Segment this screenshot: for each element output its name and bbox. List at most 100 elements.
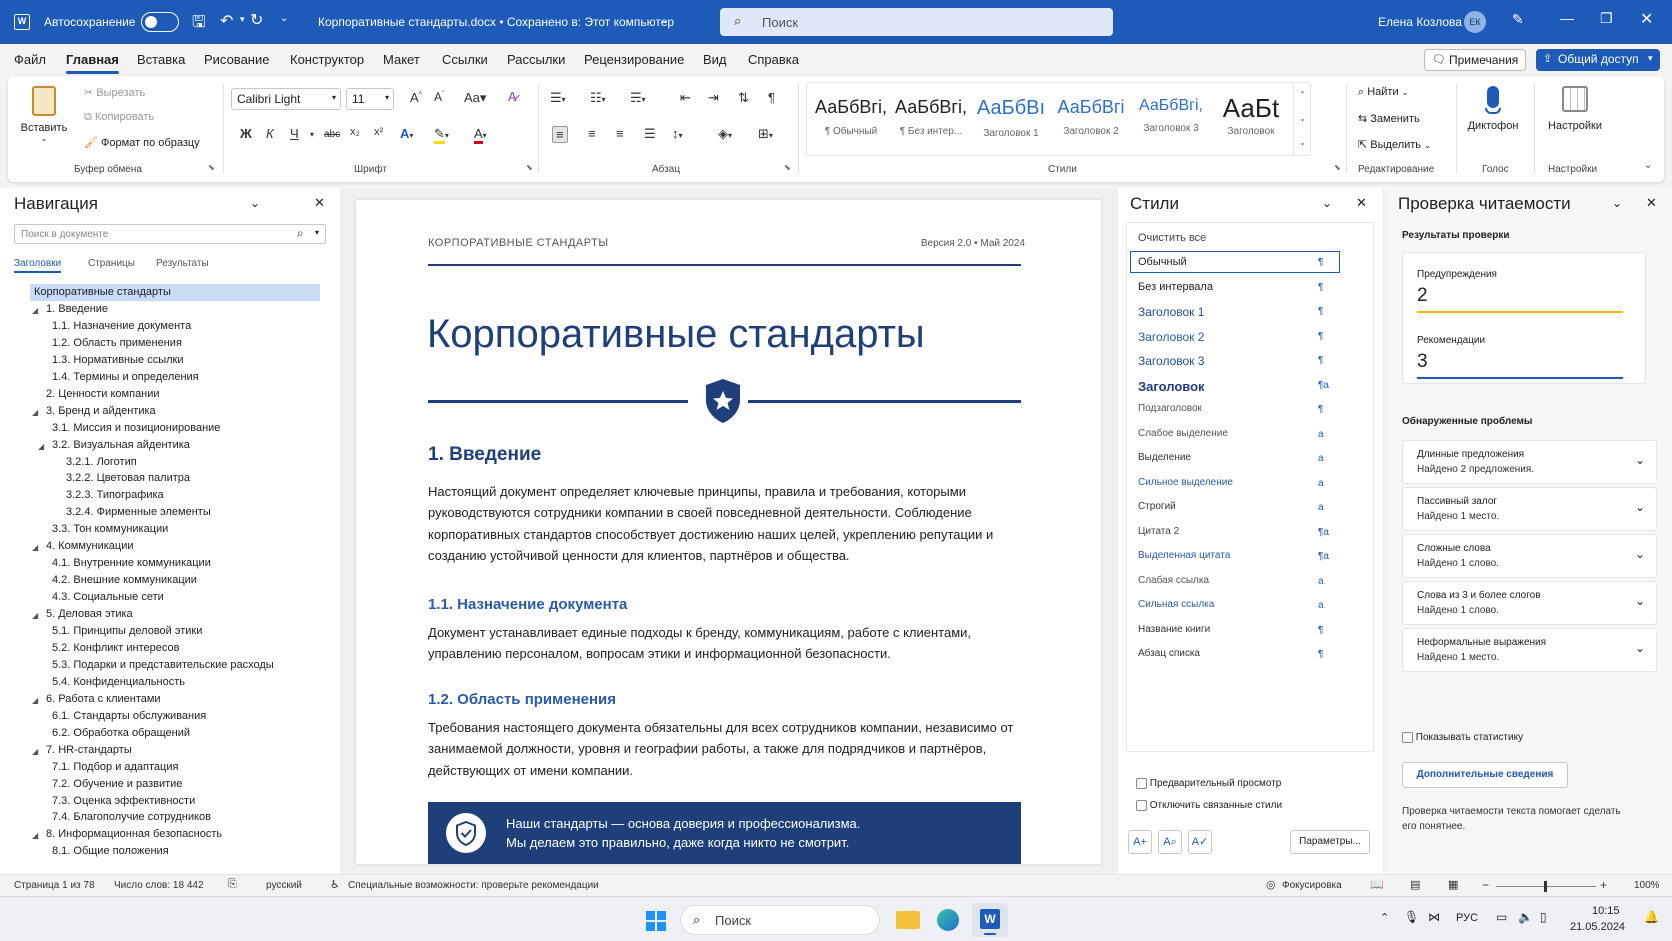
nav-heading-item[interactable]: 2. Ценности компании [46,388,160,400]
nav-options-chevron-icon[interactable]: ⌄ [250,196,260,210]
microphone-icon[interactable]: 🎙 [1404,910,1419,924]
justify-button[interactable]: ☰ [644,126,656,142]
chevron-down-icon[interactable]: ⌄ [1635,453,1645,467]
style-item[interactable]: Строгий [1138,501,1176,512]
copy-button[interactable]: ⧉ Копировать [84,111,154,124]
style-item[interactable]: Абзац списка [1138,648,1200,659]
close-icon[interactable]: ✕ [1356,195,1367,211]
undo-dropdown-icon[interactable]: ▾ [240,14,245,25]
collapse-triangle-icon[interactable]: ◢ [32,831,38,840]
borders-icon[interactable]: ⊞▾ [758,126,773,142]
display-icon[interactable]: ▭ [1496,910,1507,924]
issue-card[interactable]: Слова из 3 и более слогов Найдено 1 слов… [1402,581,1657,625]
taskbar-search[interactable]: ⌕ Поиск [680,905,880,935]
nav-heading-item[interactable]: 3.1. Миссия и позиционирование [52,422,220,434]
more-info-button[interactable]: Дополнительные сведения [1402,762,1568,788]
tab-review[interactable]: Рецензирование [584,52,684,67]
align-left-button[interactable]: ≡ [552,126,568,143]
zoom-slider-thumb[interactable] [1544,881,1547,892]
tab-mailings[interactable]: Рассылки [507,52,565,67]
autosave-toggle[interactable] [141,12,179,32]
nav-search-input[interactable]: Поиск в документе ⌕ ▾ [14,224,326,244]
nav-heading-item[interactable]: 1.4. Термины и определения [52,371,199,383]
align-right-button[interactable]: ≡ [616,126,624,141]
style-item[interactable]: Заголовок 1 [1138,305,1204,319]
chevron-down-icon[interactable]: ⌄ [1294,107,1311,131]
customize-qat-icon[interactable]: ⌄ [280,13,288,24]
style-item[interactable]: Цитата 2 [1138,526,1179,537]
font-launcher-icon[interactable]: ⬊ [526,163,533,172]
chevron-down-icon[interactable]: ⌄ [1635,641,1645,655]
select-button[interactable]: ⇱ Выделить ⌄ [1358,138,1431,151]
network-icon[interactable]: ⋈ [1428,910,1440,924]
bullets-icon[interactable]: ☰▾ [550,90,566,106]
undo-icon[interactable]: ↶ [220,11,233,31]
clipboard-launcher-icon[interactable]: ⬊ [208,163,215,172]
collapse-triangle-icon[interactable]: ◢ [32,543,38,552]
strikethrough-button[interactable]: abc [324,129,340,140]
checkbox[interactable] [1402,732,1413,743]
nav-heading-item[interactable]: 3.2. Визуальная айдентика [52,439,190,451]
text-effects-icon[interactable]: A▾ [400,126,413,141]
nav-tab-pages[interactable]: Страницы [88,258,135,269]
style-item[interactable]: Слабая ссылка [1138,575,1209,586]
zoom-out-icon[interactable]: − [1482,878,1489,892]
new-style-button[interactable]: A+ [1128,830,1152,854]
style-item[interactable]: Сильная ссылка [1138,599,1214,610]
nav-tab-headings[interactable]: Заголовки [14,258,62,273]
nav-heading-item[interactable]: 3.2.4. Фирменные элементы [66,506,211,518]
close-icon[interactable]: ✕ [1646,195,1657,211]
nav-heading-item[interactable]: 6.2. Обработка обращений [52,727,190,739]
doc-title-chevron-icon[interactable]: ⌄ [660,15,668,26]
settings-button[interactable]: Настройки [1540,82,1610,152]
tab-file[interactable]: Файл [14,52,46,67]
tab-design[interactable]: Конструктор [290,52,364,67]
tab-help[interactable]: Справка [748,52,799,67]
style-item[interactable]: Без интервала [1138,281,1213,293]
nav-heading-item[interactable]: 4.1. Внутренние коммуникации [52,557,211,569]
style-item[interactable]: Слабое выделение [1138,428,1228,439]
word-count[interactable]: Число слов: 18 442 [114,880,204,891]
style-item[interactable]: Заголовок 3 [1138,354,1204,368]
italic-button[interactable]: К [266,126,274,141]
show-marks-icon[interactable]: ¶ [768,90,775,105]
search-icon[interactable]: ⌕ [297,226,304,241]
style-heading-1[interactable]: АаБбВı Заголовок 1 [971,97,1051,139]
clear-format-icon[interactable]: A̷ [508,89,517,104]
collapse-ribbon-icon[interactable]: ⌄ [1644,160,1652,171]
accessibility-icon[interactable]: ♿ [330,878,340,891]
issue-card[interactable]: Пассивный залог Найдено 1 место. ⌄ [1402,487,1657,531]
align-center-button[interactable]: ≡ [588,126,596,141]
show-stats-option[interactable]: Показывать статистику [1402,732,1523,743]
volume-icon[interactable]: 🔈 [1518,910,1533,924]
nav-heading-item[interactable]: 8. Информационная безопасность [46,828,222,840]
nav-heading-item[interactable]: 4. Коммуникации [46,540,133,552]
zoom-in-icon[interactable]: + [1600,878,1607,892]
style-item[interactable]: Выделенная цитата [1138,550,1230,561]
styles-preview-option[interactable]: Предварительный просмотр [1136,778,1281,789]
find-button[interactable]: ⌕ Найти ⌄ [1358,86,1408,99]
readability-options-chevron-icon[interactable]: ⌄ [1612,196,1622,210]
highlight-icon[interactable]: ✎▾ [434,126,449,144]
nav-heading-item[interactable]: 7.4. Благополучие сотрудников [52,811,211,823]
nav-heading-item[interactable]: 5.4. Конфиденциальность [52,676,185,688]
nav-heading-item[interactable]: 3. Бренд и айдентика [46,405,156,417]
battery-icon[interactable]: ▯ [1540,910,1547,924]
underline-chevron-icon[interactable]: ▾ [310,130,314,139]
collapse-triangle-icon[interactable]: ◢ [32,747,38,756]
windows-start-icon[interactable] [646,911,666,931]
multilevel-list-icon[interactable]: ☴▾ [630,90,646,106]
style-item[interactable]: Сильное выделение [1138,477,1233,488]
web-layout-icon[interactable]: ▦ [1448,878,1458,891]
change-case-icon[interactable]: Aa▾ [464,90,486,106]
checkbox[interactable] [1136,800,1147,811]
nav-heading-item[interactable]: 1.1. Назначение документа [52,320,191,332]
maximize-icon[interactable]: ❐ [1600,10,1613,27]
tab-references[interactable]: Ссылки [442,52,488,67]
tab-home[interactable]: Главная [66,52,119,74]
nav-heading-item[interactable]: 5.1. Принципы деловой этики [52,625,202,637]
collapse-triangle-icon[interactable]: ◢ [32,611,38,620]
page-count[interactable]: Страница 1 из 78 [14,880,95,891]
language[interactable]: русский [266,880,302,891]
issue-card[interactable]: Неформальные выражения Найдено 1 место. … [1402,628,1657,672]
